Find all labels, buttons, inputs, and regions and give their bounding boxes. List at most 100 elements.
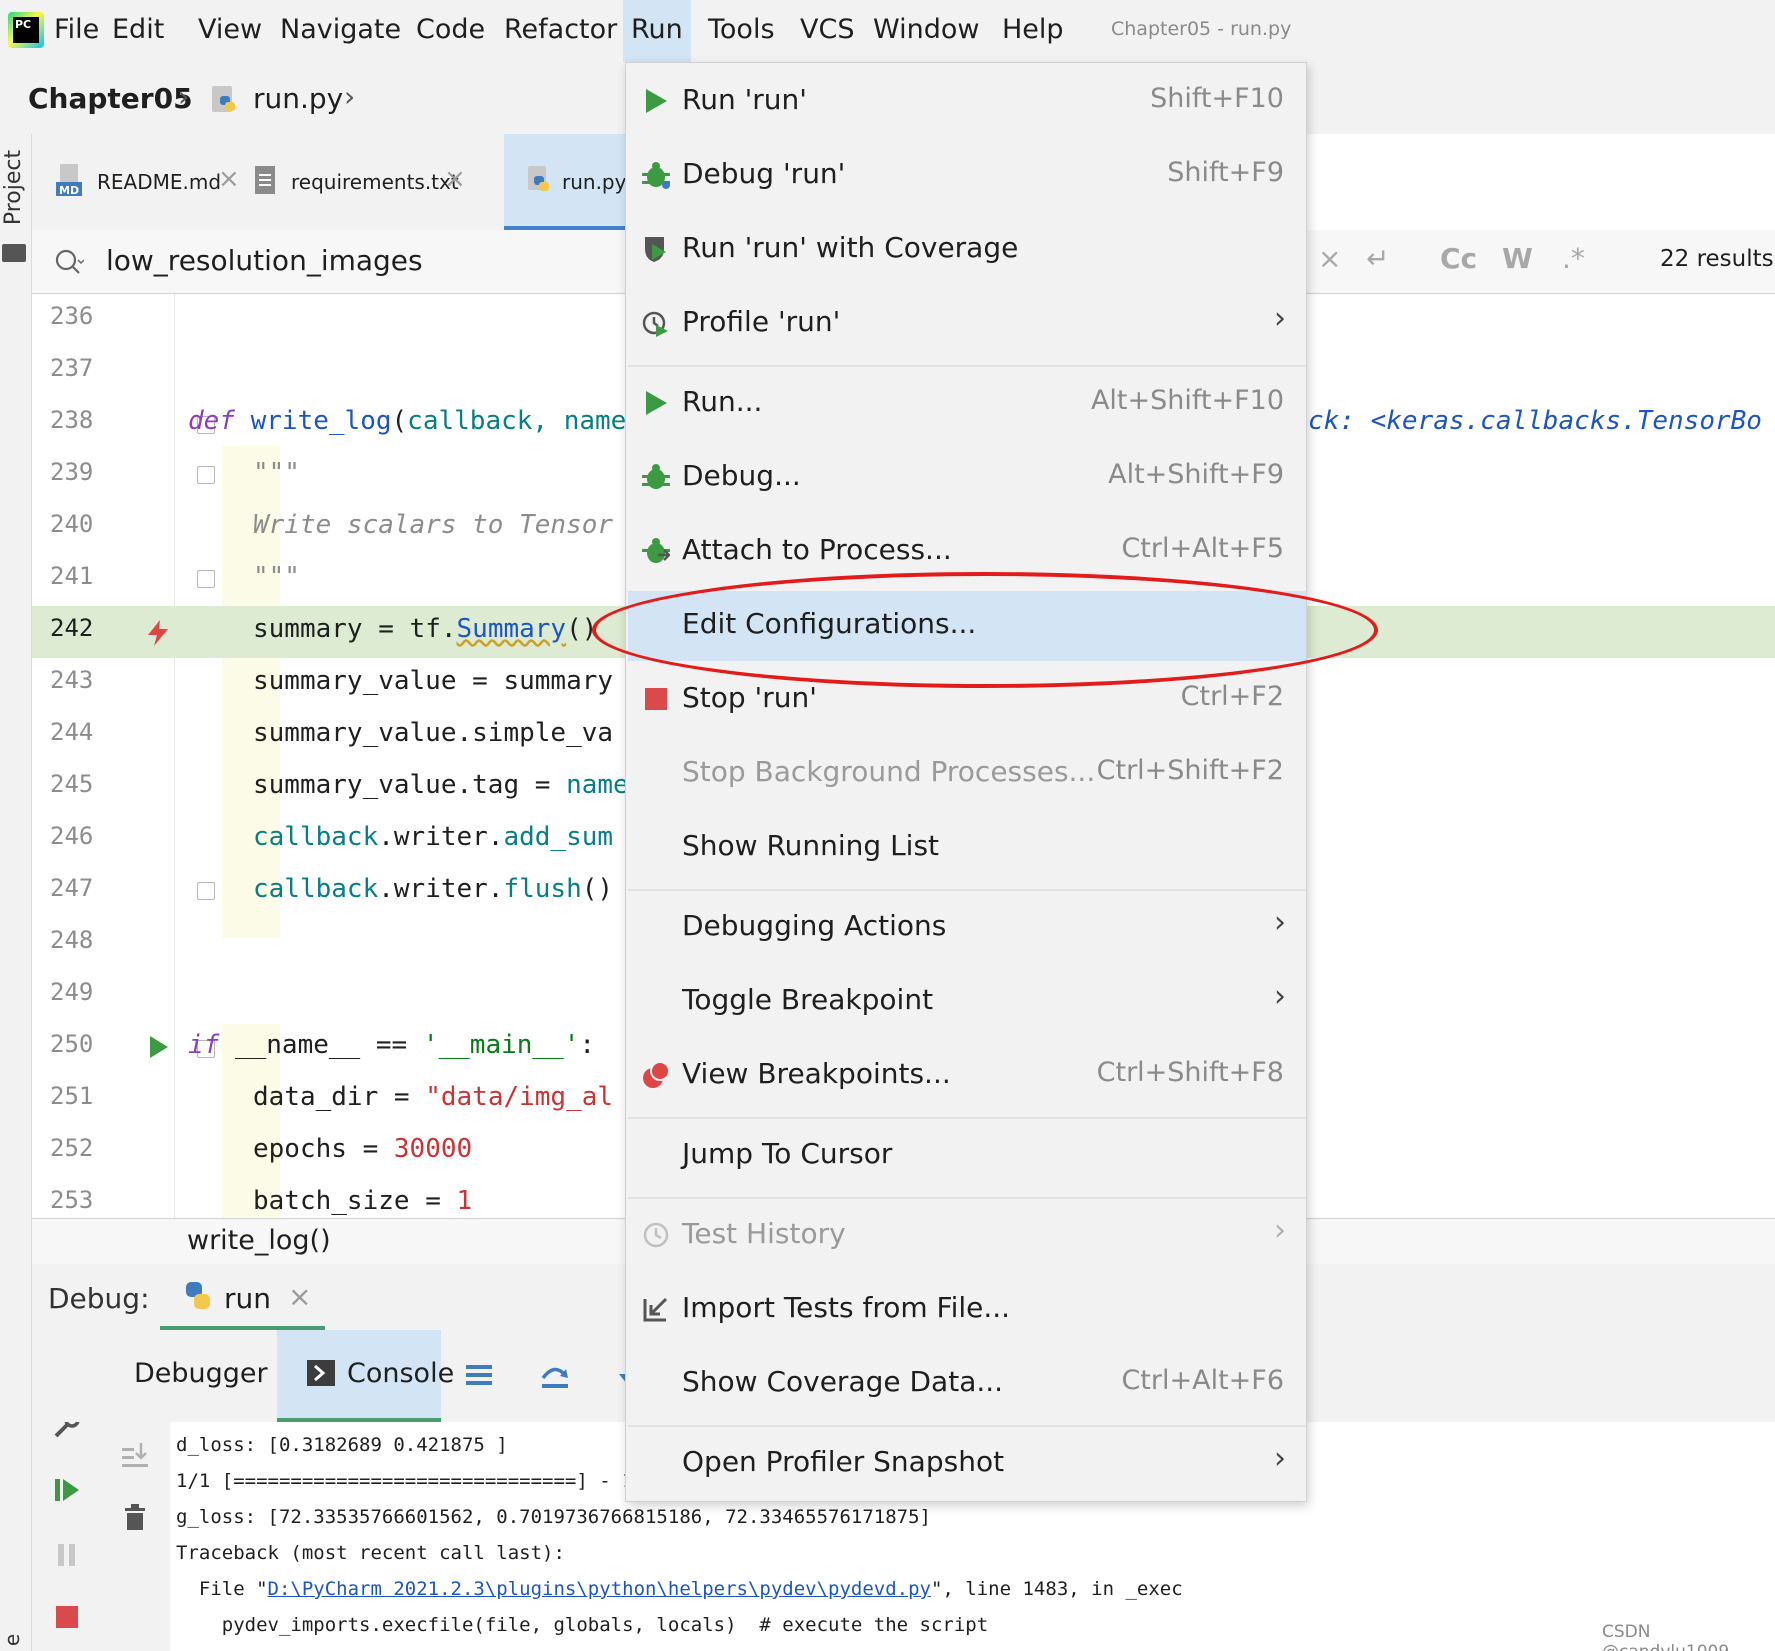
scroll-to-end-icon[interactable]	[120, 1440, 150, 1470]
breadcrumb-project[interactable]: Chapter05	[28, 82, 193, 115]
menu-item-debug[interactable]: Debug 'run' Shift+F9	[628, 141, 1306, 211]
breakpoints-icon	[643, 1061, 670, 1088]
line-number: 248	[50, 926, 94, 954]
step-over-icon[interactable]	[540, 1360, 570, 1390]
debug-session-tab[interactable]: run ×	[160, 1264, 325, 1330]
menu-item-toggle-breakpoint[interactable]: Toggle Breakpoint ›	[628, 967, 1306, 1037]
tab-debugger[interactable]: Debugger	[134, 1358, 268, 1389]
svg-text:MD: MD	[59, 184, 79, 197]
tab-requirements[interactable]: requirements.txt ×	[247, 134, 497, 230]
tab-readme[interactable]: MD README.md ×	[32, 134, 247, 230]
tab-label: README.md	[97, 170, 222, 194]
code-text: Write scalars to Tensor	[253, 510, 614, 540]
search-input[interactable]: low_resolution_images	[106, 244, 423, 277]
history-icon	[643, 1222, 669, 1248]
menu-edit[interactable]: Edit	[104, 10, 172, 50]
execution-point-icon[interactable]	[146, 620, 170, 646]
menu-item-stop[interactable]: Stop 'run' Ctrl+F2	[628, 665, 1306, 735]
tab-label: run.py	[562, 170, 627, 194]
text-file-icon	[255, 166, 275, 194]
tab-label: requirements.txt	[291, 170, 459, 194]
fold-icon[interactable]	[197, 882, 215, 900]
resume-icon[interactable]	[52, 1475, 82, 1505]
menu-bar: PC File Edit View Navigate Code Refactor…	[0, 0, 1775, 62]
menu-item-jump-to-cursor[interactable]: Jump To Cursor	[628, 1121, 1306, 1191]
code-text: batch_size = 1	[253, 1186, 473, 1216]
line-number: 253	[50, 1186, 94, 1214]
menu-item-debugging-actions[interactable]: Debugging Actions ›	[628, 893, 1306, 963]
line-number: 251	[50, 1082, 94, 1110]
menu-item-edit-configurations[interactable]: Edit Configurations...	[628, 591, 1306, 661]
python-file-icon	[212, 86, 235, 112]
menu-lines-icon[interactable]	[464, 1360, 494, 1390]
console-line: pydev_imports.execfile(file, globals, lo…	[176, 1614, 989, 1636]
menu-tools[interactable]: Tools	[700, 10, 783, 50]
run-gutter-icon[interactable]	[150, 1036, 168, 1058]
code-text: """	[253, 562, 300, 592]
line-number: 250	[50, 1030, 94, 1058]
menu-item-open-profiler-snapshot[interactable]: Open Profiler Snapshot ›	[628, 1429, 1306, 1499]
trash-icon[interactable]	[120, 1502, 150, 1532]
new-line-icon[interactable]: ↵	[1366, 242, 1389, 275]
breadcrumb-file[interactable]: run.py	[253, 82, 343, 115]
menu-refactor[interactable]: Refactor	[496, 10, 625, 50]
menu-item-run-dialog[interactable]: Run... Alt+Shift+F10	[628, 369, 1306, 439]
search-results-count: 22 results	[1660, 246, 1774, 272]
menu-window[interactable]: Window	[865, 10, 987, 50]
menu-item-attach-to-process[interactable]: Attach to Process... Ctrl+Alt+F5	[628, 517, 1306, 587]
structure-item[interactable]: write_log()	[187, 1225, 331, 1256]
menu-item-stop-background-processes[interactable]: Stop Background Processes... Ctrl+Shift+…	[628, 739, 1306, 809]
menu-item-run[interactable]: Run 'run' Shift+F10	[628, 67, 1306, 137]
coverage-icon	[645, 237, 666, 262]
menu-item-show-coverage-data[interactable]: Show Coverage Data... Ctrl+Alt+F6	[628, 1349, 1306, 1419]
menu-run[interactable]: Run	[623, 0, 691, 62]
run-menu-dropdown: Run 'run' Shift+F10 Debug 'run' Shift+F9…	[625, 62, 1307, 1502]
line-number: 243	[50, 666, 94, 694]
stop-icon[interactable]	[52, 1602, 82, 1632]
tool-window-stripe	[0, 134, 32, 1651]
close-icon[interactable]: ×	[218, 164, 240, 194]
menu-item-run-with-coverage[interactable]: Run 'run' with Coverage	[628, 215, 1306, 285]
window-title: Chapter05 - run.py	[1111, 18, 1292, 40]
close-icon[interactable]: ×	[288, 1280, 311, 1313]
menu-item-view-breakpoints[interactable]: View Breakpoints... Ctrl+Shift+F8	[628, 1041, 1306, 1111]
menu-file[interactable]: File	[46, 10, 107, 50]
fold-icon[interactable]	[197, 466, 215, 484]
regex-toggle[interactable]: .*	[1562, 242, 1585, 275]
menu-vcs[interactable]: VCS	[792, 10, 862, 50]
search-icon[interactable]	[54, 248, 84, 278]
code-text: def write_log(callback, name	[188, 406, 627, 436]
menu-item-show-running-list[interactable]: Show Running List	[628, 813, 1306, 883]
traceback-file-link[interactable]: D:\PyCharm 2021.2.3\plugins\python\helpe…	[268, 1578, 931, 1600]
fold-icon[interactable]	[197, 570, 215, 588]
whole-words-toggle[interactable]: W	[1502, 242, 1533, 275]
line-number: 239	[50, 458, 94, 486]
markdown-file-icon: MD	[56, 164, 82, 197]
match-case-toggle[interactable]: Cc	[1440, 242, 1477, 275]
menu-navigate[interactable]: Navigate	[272, 10, 409, 50]
chevron-right-icon: ›	[178, 80, 190, 113]
line-number: 238	[50, 406, 94, 434]
menu-item-import-tests[interactable]: Import Tests from File...	[628, 1275, 1306, 1345]
submenu-arrow-icon: ›	[1274, 1441, 1286, 1476]
menu-view[interactable]: View	[190, 10, 270, 50]
project-tool-button[interactable]: Project	[1, 150, 26, 225]
menu-help[interactable]: Help	[994, 10, 1072, 50]
tab-run-py[interactable]: run.py	[504, 134, 627, 230]
menu-code[interactable]: Code	[408, 10, 493, 50]
menu-item-profile[interactable]: Profile 'run' ›	[628, 289, 1306, 359]
pause-icon[interactable]	[52, 1540, 82, 1570]
submenu-arrow-icon: ›	[1274, 1213, 1286, 1248]
pycharm-logo-icon: PC	[8, 12, 44, 48]
run-icon	[646, 89, 667, 113]
clear-search-icon[interactable]: ×	[1318, 242, 1341, 275]
close-icon[interactable]: ×	[444, 164, 466, 194]
run-icon	[646, 391, 667, 415]
debug-icon	[642, 162, 670, 189]
tab-console[interactable]: Console	[277, 1330, 454, 1422]
inline-type-hint: ck: <keras.callbacks.TensorBo	[1308, 406, 1762, 436]
menu-separator	[628, 1197, 1306, 1199]
menu-item-test-history[interactable]: Test History ›	[628, 1201, 1306, 1271]
menu-item-debug-dialog[interactable]: Debug... Alt+Shift+F9	[628, 443, 1306, 513]
code-text: callback.writer.add_sum	[253, 822, 614, 852]
